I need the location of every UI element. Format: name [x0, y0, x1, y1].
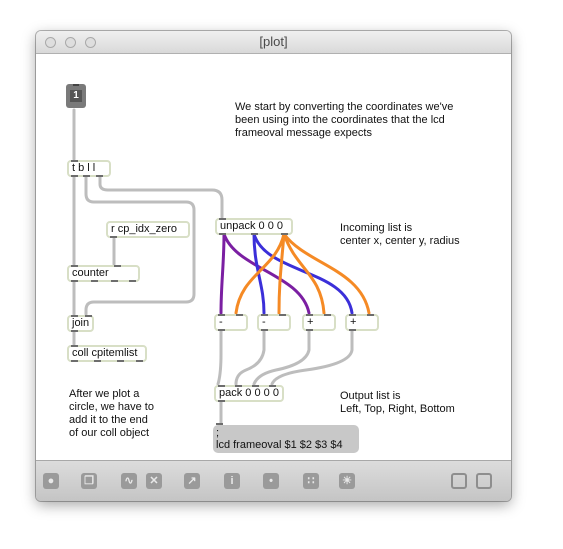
cord-plus2-pack [270, 329, 354, 386]
inlet[interactable] [219, 218, 226, 220]
cord-tbll-unpack [98, 175, 224, 219]
object-unpack[interactable]: unpack 0 0 0 [215, 218, 293, 235]
palette-icon[interactable]: ☀ [339, 473, 355, 489]
object-text: - [219, 316, 223, 328]
inlet[interactable] [261, 314, 268, 316]
link-icon[interactable]: • [263, 473, 279, 489]
outlet[interactable] [71, 280, 78, 282]
inlet[interactable] [367, 314, 374, 316]
object-text: unpack 0 0 0 [220, 220, 283, 232]
object-text: join [72, 317, 90, 329]
outlet[interactable] [71, 330, 78, 332]
message-box[interactable]: ; lcd frameoval $1 $2 $3 $4 [213, 423, 359, 453]
outlet[interactable] [110, 236, 117, 238]
info-icon[interactable]: i [224, 473, 240, 489]
outlet[interactable] [117, 360, 124, 362]
object-join[interactable]: join [67, 315, 94, 332]
inlet[interactable] [85, 315, 92, 317]
object-text: r cp_idx_zero [111, 223, 178, 235]
window-title: [plot] [259, 34, 288, 49]
inlet[interactable] [114, 265, 121, 267]
inlet[interactable] [216, 423, 223, 425]
comment-incoming: Incoming list is center x, center y, rad… [340, 222, 460, 247]
outlet[interactable] [71, 175, 78, 177]
outlet[interactable] [136, 360, 143, 362]
outlet[interactable] [91, 280, 98, 282]
outlet[interactable] [96, 175, 103, 177]
object-plus-1[interactable]: + [302, 314, 336, 331]
patcher-window: [plot] 1 t b l l r cp_idx_zero unpack 0 … [36, 31, 511, 501]
outlet[interactable] [219, 233, 226, 235]
cord-tbll-join [84, 175, 196, 316]
inlet[interactable] [236, 314, 243, 316]
patch-cord-icon[interactable]: ∿ [121, 473, 137, 489]
outlet[interactable] [306, 329, 313, 331]
outlet[interactable] [281, 233, 288, 235]
inlet[interactable] [71, 265, 78, 267]
inlet[interactable] [306, 314, 313, 316]
object-text: - [262, 316, 266, 328]
object-text: coll cpitemlist [72, 347, 138, 359]
lock-icon[interactable]: ● [43, 473, 59, 489]
object-minus-1[interactable]: - [214, 314, 248, 331]
inlet[interactable] [71, 315, 78, 317]
outlet[interactable] [261, 329, 268, 331]
inlet[interactable] [252, 385, 259, 387]
cord-purple-1 [219, 232, 226, 315]
outlet[interactable] [129, 280, 136, 282]
inlet[interactable] [235, 385, 242, 387]
inlet[interactable] [218, 385, 225, 387]
inlet[interactable] [218, 314, 225, 316]
object-text: pack 0 0 0 0 [219, 387, 279, 399]
object-text: counter [72, 267, 109, 279]
close-icon[interactable]: ✕ [146, 473, 162, 489]
outlet[interactable] [94, 360, 101, 362]
panel-icon[interactable] [451, 473, 467, 489]
object-minus-2[interactable]: - [257, 314, 291, 331]
message-line-2: lcd frameoval $1 $2 $3 $4 [216, 439, 343, 451]
outlet[interactable] [218, 329, 225, 331]
inlet[interactable] [269, 385, 276, 387]
inlet[interactable] [324, 314, 331, 316]
outlet[interactable] [349, 329, 356, 331]
inlet[interactable] [71, 160, 78, 162]
message-line-1: ; [216, 427, 220, 439]
bang-button[interactable]: 1 [66, 84, 86, 108]
inlet[interactable] [71, 345, 78, 347]
object-counter[interactable]: counter [67, 265, 140, 282]
grid-icon[interactable]: ∷ [303, 473, 319, 489]
outlet[interactable] [251, 233, 258, 235]
object-coll[interactable]: coll cpitemlist [67, 345, 147, 362]
comment-intro: We start by converting the coordinates w… [235, 101, 454, 139]
object-receive[interactable]: r cp_idx_zero [106, 221, 190, 238]
bottom-toolbar: ● ❐ ∿ ✕ ↗ i • ∷ ☀ [36, 460, 511, 501]
comment-after: After we plot a circle, we have to add i… [69, 388, 154, 439]
object-pack[interactable]: pack 0 0 0 0 [214, 385, 284, 402]
graph-icon[interactable]: ↗ [184, 473, 200, 489]
cord-minus1-pack [216, 329, 223, 386]
outlet[interactable] [83, 175, 90, 177]
copy-icon[interactable]: ❐ [81, 473, 97, 489]
title-bar[interactable]: [plot] [36, 31, 511, 54]
object-text: + [350, 316, 357, 328]
comment-output: Output list is Left, Top, Right, Bottom [340, 390, 455, 415]
outlet[interactable] [218, 400, 225, 402]
button-inlet[interactable] [73, 84, 79, 86]
outlet[interactable] [111, 280, 118, 282]
patch-canvas[interactable]: 1 t b l l r cp_idx_zero unpack 0 0 0 cou… [36, 54, 511, 460]
outlet[interactable] [71, 360, 78, 362]
inlet[interactable] [349, 314, 356, 316]
object-text: t b l l [72, 162, 96, 174]
object-t-b-l-l[interactable]: t b l l [67, 160, 111, 177]
inlet[interactable] [279, 314, 286, 316]
object-text: + [307, 316, 314, 328]
window-icon[interactable] [476, 473, 492, 489]
button-number: 1 [70, 90, 82, 102]
object-plus-2[interactable]: + [345, 314, 379, 331]
